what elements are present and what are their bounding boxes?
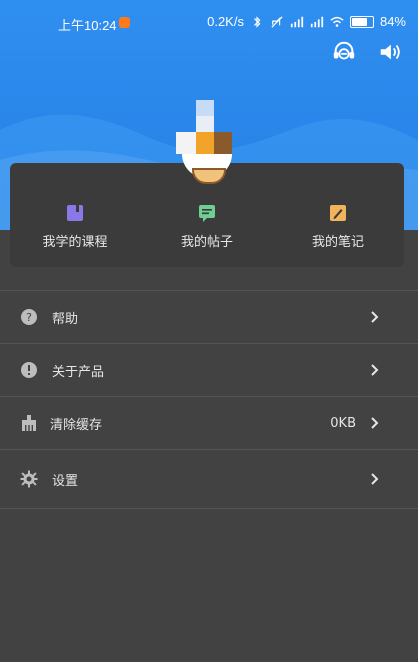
my-notes-button[interactable]: 我的笔记 xyxy=(278,203,398,250)
settings-label: 设置 xyxy=(52,473,79,489)
help-label: 帮助 xyxy=(52,311,79,327)
avatar[interactable] xyxy=(174,100,238,184)
chevron-right-icon xyxy=(371,473,379,485)
my-courses-button[interactable]: 我学的课程 xyxy=(15,203,135,250)
notification-dot-icon xyxy=(119,17,130,28)
headset-icon xyxy=(333,41,355,60)
my-posts-button[interactable]: 我的帖子 xyxy=(147,203,267,250)
speaker-icon xyxy=(380,44,400,60)
battery-icon xyxy=(349,15,374,28)
my-posts-label: 我的帖子 xyxy=(180,235,233,250)
help-row[interactable]: ? 帮助 xyxy=(0,290,418,343)
battery-percent: 84% xyxy=(379,14,406,29)
wifi-icon xyxy=(330,16,344,27)
svg-text:?: ? xyxy=(26,311,32,324)
info-icon xyxy=(21,362,37,378)
network-speed: 0.2K/s xyxy=(207,14,244,29)
book-icon xyxy=(67,205,83,221)
cache-size-value: 0KB xyxy=(330,415,356,431)
sound-button[interactable] xyxy=(376,38,404,66)
chevron-right-icon xyxy=(371,311,379,323)
question-icon: ? xyxy=(21,309,37,325)
chevron-right-icon xyxy=(371,364,379,376)
gear-icon xyxy=(20,470,38,488)
clear-cache-row[interactable]: 清除缓存 0KB xyxy=(0,396,418,449)
my-notes-label: 我的笔记 xyxy=(311,235,364,250)
settings-menu: ? 帮助 关于产品 清除缓存 0KB 设置 xyxy=(0,290,418,509)
customer-service-button[interactable] xyxy=(330,38,358,66)
bluetooth-icon xyxy=(253,15,261,28)
chat-icon xyxy=(199,205,215,222)
signal-icon xyxy=(310,16,324,27)
chevron-right-icon xyxy=(371,417,379,429)
my-courses-label: 我学的课程 xyxy=(42,235,108,250)
note-icon xyxy=(330,205,346,221)
clear-cache-label: 清除缓存 xyxy=(50,417,103,433)
header-actions xyxy=(330,38,404,66)
signal-icon xyxy=(290,16,304,27)
status-indicators: 0.2K/s 84% xyxy=(207,14,406,29)
broom-icon xyxy=(22,415,36,431)
status-time: 上午10:24 xyxy=(58,18,117,33)
about-label: 关于产品 xyxy=(52,364,105,380)
mute-icon xyxy=(271,15,283,28)
settings-row[interactable]: 设置 xyxy=(0,449,418,509)
about-row[interactable]: 关于产品 xyxy=(0,343,418,396)
